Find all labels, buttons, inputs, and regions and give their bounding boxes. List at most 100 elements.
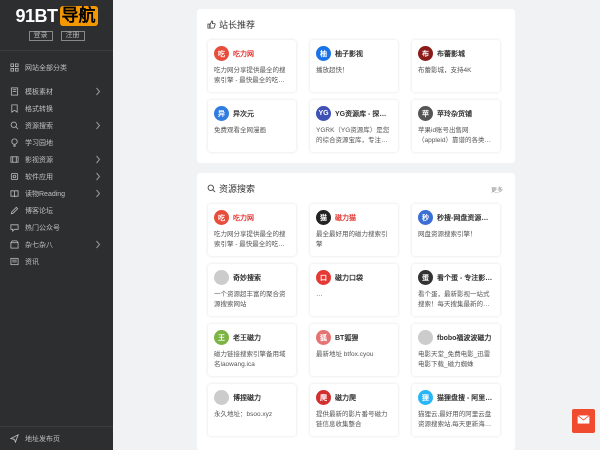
site-card[interactable]: 苹苹玲杂货铺苹果id账号出售网（appleid）靠谱的各类盘… <box>412 100 500 152</box>
site-name: 看个蛋 - 专注影… <box>437 274 493 282</box>
news-icon <box>10 257 19 266</box>
book-icon <box>10 87 19 96</box>
site-card[interactable]: 狸猫狸盘搜 - 阿里… 猫狸云,最好用的阿里云盘资源搜索站,每天更新海… <box>412 384 500 436</box>
site-logo-icon: 布 <box>418 46 433 61</box>
site-card[interactable]: 狐 BT狐狸 最新地址 btfox.cyou <box>310 324 398 376</box>
site-logo-icon: 柚 <box>316 46 331 61</box>
sidebar-item-label: 读物Reading <box>25 190 66 198</box>
sidebar-item-11[interactable]: 杂七杂八 <box>0 236 113 253</box>
site-logo-icon <box>418 330 433 345</box>
card-header: 柚柚子影视 <box>316 46 392 61</box>
site-card[interactable]: 吃吃力网吃力网分享提供最全的搜索引擎 - 最快最全的吃… <box>208 204 296 256</box>
site-card[interactable]: 口磁力口袋… <box>310 264 398 316</box>
site-logo-icon: YG <box>316 106 331 121</box>
card-header: 吃吃力网 <box>214 210 290 225</box>
site-description: 电影天堂_免费电影_迅雷电影下载_磁力蜘蛛 <box>418 351 491 368</box>
site-name: 柚子影视 <box>335 50 363 58</box>
site-card[interactable]: 秒秒搜-网盘资源搜… 网盘资源搜索引擎！ <box>412 204 500 256</box>
site-description: 看个蛋，最新影视一站式搜索！每天搜集最新的… <box>418 291 490 308</box>
site-card[interactable]: 爬磁力爬 提供最新的影片番号磁力链信息收集整合 <box>310 384 398 436</box>
sidebar-item-10[interactable]: 热门公众号 <box>0 219 113 236</box>
sidebar-item-label: 软件应用 <box>25 173 53 181</box>
site-name: 奇妙搜索 <box>233 274 261 282</box>
sidebar-item-publish[interactable]: 地址发布页 <box>0 426 113 450</box>
site-description: 苹果id账号出售网（appleid）靠谱的各类盘… <box>418 127 485 144</box>
site-logo-text: 口 <box>320 274 327 282</box>
chevron-right-icon <box>96 87 101 96</box>
site-card[interactable]: 王老王磁力 磁力链接搜索引擎备用域名laowang.ica <box>208 324 296 376</box>
site-logo-text: 狐 <box>320 334 327 342</box>
site-name: 苹玲杂货铺 <box>437 110 472 118</box>
site-name: 博捏磁力 <box>233 394 261 402</box>
site-logo[interactable]: 91BT 导航 <box>15 6 98 26</box>
register-button[interactable]: 注册 <box>60 31 85 41</box>
logo-badge: 导航 <box>59 6 98 26</box>
site-card[interactable]: 博捏磁力永久地址：bsoo.xyz <box>208 384 296 436</box>
site-description: 布蕾影城，支持4K <box>418 67 472 74</box>
site-logo-text: 猫 <box>320 214 327 222</box>
search-icon <box>207 184 216 193</box>
logo-text: 91BT <box>15 6 58 26</box>
site-description: 最新地址 btfox.cyou <box>316 351 374 358</box>
site-name: 秒搜-网盘资源搜… <box>437 214 494 222</box>
site-description: 一个资源超丰富的聚合资源搜索网站 <box>214 291 286 308</box>
recommend-header: 站长推荐 <box>197 9 515 40</box>
sidebar-item-4[interactable]: 资源搜索 <box>0 117 113 134</box>
site-logo-text: 狸 <box>422 394 429 402</box>
site-card[interactable]: fbobo福波波磁力 电影天堂_免费电影_迅雷电影下载_磁力蜘蛛 <box>412 324 500 376</box>
site-logo-icon: 吃 <box>214 46 229 61</box>
site-description: 播放超快！ <box>316 67 349 74</box>
sidebar-item-9[interactable]: 博客论坛 <box>0 202 113 219</box>
site-logo-icon: 猫 <box>316 210 331 225</box>
sidebar-item-label: 模板素材 <box>25 88 53 96</box>
site-card[interactable]: 蛋看个蛋 - 专注影… 看个蛋，最新影视一站式搜索！每天搜集最新的… <box>412 264 500 316</box>
search-panel: 资源搜索 更多 吃吃力网 吃力网分享提供最全的搜索引擎 - 最快最全的吃… 猫磁力猫… <box>197 173 515 450</box>
site-logo-icon: 异 <box>214 106 229 121</box>
sidebar-item-12[interactable]: 资讯 <box>0 253 113 270</box>
sidebar-item-label: 热门公众号 <box>25 224 60 232</box>
site-logo-text: 苹 <box>422 110 429 118</box>
site-card[interactable]: 柚柚子影视播放超快！ <box>310 40 398 92</box>
sidebar-item-3[interactable]: 格式转换 <box>0 100 113 117</box>
auth-links: 登录 注册 <box>28 31 85 41</box>
sidebar-item-label: 学习园地 <box>25 139 53 147</box>
sidebar: 91BT 导航 登录 注册 网站全部分类模板素材格式转换资源搜索学习园地影视资源… <box>0 0 113 450</box>
site-name: 磁力猫 <box>335 214 356 222</box>
thumbs-up-icon <box>207 20 216 29</box>
login-button[interactable]: 登录 <box>28 31 53 41</box>
card-header: 秒秒搜-网盘资源搜… <box>418 210 494 225</box>
search-icon <box>10 121 19 130</box>
sidebar-item-6[interactable]: 影视资源 <box>0 151 113 168</box>
site-logo-text: 异 <box>218 110 225 118</box>
sidebar-item-2[interactable]: 模板素材 <box>0 83 113 100</box>
card-header: 狸猫狸盘搜 - 阿里… <box>418 390 494 405</box>
site-description: 吃力网分享提供最全的搜索引擎 - 最快最全的吃… <box>214 231 286 248</box>
site-description: 吃力网分享提供最全的搜索引擎 - 最快最全的吃… <box>214 67 286 84</box>
site-description: 永久地址：bsoo.xyz <box>214 411 273 418</box>
site-logo-text: 柚 <box>320 50 327 58</box>
site-card[interactable]: 猫磁力猫 最全最好用的磁力搜索引擎 <box>310 204 398 256</box>
contact-mail-button[interactable] <box>572 409 595 433</box>
site-card[interactable]: 异异次元 免费观看全网漫画 <box>208 100 296 152</box>
recommend-grid: 吃吃力网 吃力网分享提供最全的搜索引擎 - 最快最全的吃… 柚柚子影视播放超快！ 布布… <box>197 40 515 152</box>
site-description: 网盘资源搜索引擎！ <box>418 231 477 238</box>
site-logo-icon: 口 <box>316 270 331 285</box>
site-logo-text: YG <box>318 110 329 117</box>
sidebar-item-label: 资讯 <box>25 258 39 266</box>
site-logo-text: 蛋 <box>422 274 429 282</box>
site-card[interactable]: YG YG资源库 - 探索… YGRK（YG资源库）是您的综合资源宝库，专注… <box>310 100 398 152</box>
more-link[interactable]: 更多 <box>491 185 503 194</box>
site-card[interactable]: 奇妙搜索一个资源超丰富的聚合资源搜索网站 <box>208 264 296 316</box>
sidebar-item-1[interactable]: 网站全部分类 <box>0 59 113 76</box>
mail-icon <box>577 415 590 427</box>
sidebar-item-7[interactable]: 软件应用 <box>0 168 113 185</box>
sidebar-item-label: 资源搜索 <box>25 122 53 130</box>
sidebar-item-5[interactable]: 学习园地 <box>0 134 113 151</box>
sidebar-item-8[interactable]: 读物Reading <box>0 185 113 202</box>
card-header: 博捏磁力 <box>214 390 290 405</box>
site-card[interactable]: 吃吃力网 吃力网分享提供最全的搜索引擎 - 最快最全的吃… <box>208 40 296 92</box>
sidebar-item-label: 博客论坛 <box>25 207 53 215</box>
site-description: 磁力链接搜索引擎备用域名laowang.ica <box>214 351 286 368</box>
search-grid: 吃吃力网吃力网分享提供最全的搜索引擎 - 最快最全的吃… 猫磁力猫 最全最好用的磁力… <box>197 204 515 436</box>
site-card[interactable]: 布布蕾影城 布蕾影城，支持4K <box>412 40 500 92</box>
